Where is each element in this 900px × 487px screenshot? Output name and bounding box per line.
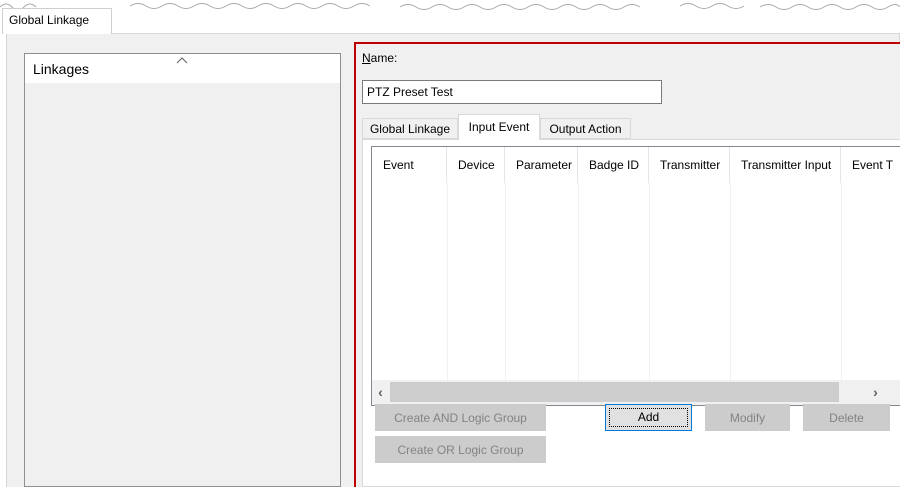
name-label-text: ame: [370,51,398,65]
tab-input-event[interactable]: Input Event [458,114,540,140]
tab-global-linkage-outer[interactable]: Global Linkage [2,8,112,34]
column-divider [447,183,448,381]
torn-edge-decoration [0,3,900,10]
column-divider [730,183,731,381]
sort-ascending-icon [176,57,188,64]
tab-output-action[interactable]: Output Action [540,118,631,139]
linkages-list[interactable] [24,53,341,487]
add-button[interactable]: Add [605,404,692,431]
name-label-accelerator: N [362,51,371,65]
input-event-table[interactable]: Event Device Parameter Badge ID Transmit… [371,146,900,406]
horizontal-scrollbar[interactable]: ‹ › [372,380,900,405]
modify-button[interactable]: Modify [705,404,790,431]
column-header-transmitter-input[interactable]: Transmitter Input [730,147,841,183]
focus-rectangle [609,408,688,427]
column-header-parameter[interactable]: Parameter [505,147,578,183]
delete-button[interactable]: Delete [803,404,890,431]
column-header-device[interactable]: Device [447,147,505,183]
chevron-right-icon[interactable]: › [867,380,884,405]
chevron-left-icon[interactable]: ‹ [372,380,389,405]
create-and-logic-group-button[interactable]: Create AND Logic Group [375,404,546,431]
name-label: Name: [362,51,397,65]
column-header-badge-id[interactable]: Badge ID [578,147,649,183]
column-divider [649,183,650,381]
create-or-logic-group-button[interactable]: Create OR Logic Group [375,436,546,463]
name-input[interactable] [362,80,662,104]
column-header-event[interactable]: Event [372,147,447,183]
column-header-event-type[interactable]: Event T [841,147,900,183]
column-divider [841,183,842,381]
column-divider [505,183,506,381]
tab-global-linkage[interactable]: Global Linkage [362,118,458,139]
column-header-transmitter[interactable]: Transmitter [649,147,730,183]
scrollbar-thumb[interactable] [390,382,839,402]
column-divider [578,183,579,381]
